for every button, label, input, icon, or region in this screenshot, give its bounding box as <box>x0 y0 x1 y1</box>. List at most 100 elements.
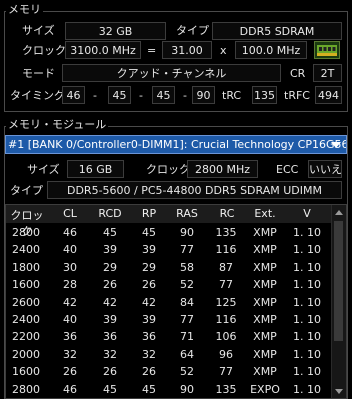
cell-rcd: 32 <box>103 347 117 361</box>
memory-multiplier-value: 31.00 <box>162 41 212 59</box>
cell-cl: 36 <box>63 330 77 344</box>
cell-rcd: 29 <box>103 260 117 274</box>
memory-type-value: DDR5 SDRAM <box>212 22 342 40</box>
module-size-value: 16 GB <box>67 160 124 178</box>
scroll-up-icon[interactable] <box>332 205 346 219</box>
timing-table-header: クロック CL RCD RP RAS RC Ext. V <box>6 205 332 238</box>
col-header-ext[interactable]: Ext. <box>248 207 282 220</box>
cell-v: 1. 10 <box>293 226 321 239</box>
col-header-v[interactable]: V <box>288 207 326 220</box>
cell-rp: 45 <box>142 226 156 239</box>
cell-rp: 32 <box>142 347 156 361</box>
table-row[interactable]: 2600 42 42 42 84 125 XMP 1. 10 <box>6 294 332 312</box>
timing-dash-2: - <box>139 89 143 102</box>
col-header-rp[interactable]: RP <box>134 207 164 220</box>
cell-cl: 46 <box>63 382 77 396</box>
cell-rcd: 39 <box>103 313 117 326</box>
cell-v: 1. 10 <box>293 243 321 257</box>
cell-cl: 40 <box>63 313 77 326</box>
cell-cl: 46 <box>63 226 77 239</box>
cell-rp: 36 <box>142 330 156 344</box>
cell-rp: 45 <box>142 382 156 396</box>
cell-rc: 116 <box>215 243 237 257</box>
col-header-rcd[interactable]: RCD <box>92 207 128 220</box>
cell-ext: XMP <box>253 278 277 292</box>
memory-clock-label: クロック <box>22 44 66 57</box>
table-row[interactable]: 1600 28 26 26 52 77 XMP 1. 10 <box>6 276 332 294</box>
cell-cl: 28 <box>63 278 77 292</box>
slot-select-value: #1 [BANK 0/Controller0-DIMM1]: Crucial T… <box>8 138 347 151</box>
timing-dash-3: - <box>183 89 187 102</box>
scrollbar-thumb[interactable] <box>334 221 343 341</box>
cell-ras: 77 <box>180 243 194 257</box>
table-row[interactable]: 2800 46 45 45 90 135 XMP 1. 10 <box>6 224 332 242</box>
col-header-cl[interactable]: CL <box>54 207 86 220</box>
cell-cl: 30 <box>63 260 77 274</box>
cell-rc: 135 <box>215 226 237 239</box>
cell-clock: 1800 <box>12 260 40 274</box>
scroll-down-icon[interactable] <box>332 384 346 398</box>
module-ecc-label: ECC <box>276 163 299 176</box>
cell-rcd: 39 <box>103 243 117 257</box>
cell-rcd: 26 <box>103 278 117 292</box>
timing-rcd-value: 45 <box>108 86 131 104</box>
cell-clock: 2400 <box>12 313 40 326</box>
cell-rcd: 42 <box>103 295 117 309</box>
cell-ras: 71 <box>180 330 194 344</box>
memory-mode-value: クアッド・チャンネル <box>62 64 281 82</box>
cell-ras: 52 <box>180 365 194 379</box>
cell-rc: 77 <box>219 278 233 292</box>
cell-ext: XMP <box>253 226 277 239</box>
cell-v: 1. 10 <box>293 365 321 379</box>
table-row[interactable]: 1600 26 26 26 52 77 XMP 1. 10 <box>6 363 332 381</box>
memory-trfc-label: tRFC <box>284 89 310 102</box>
slot-select[interactable]: #1 [BANK 0/Controller0-DIMM1]: Crucial T… <box>5 135 347 154</box>
cell-ras: 90 <box>180 226 194 239</box>
cell-cl: 32 <box>63 347 77 361</box>
cell-clock: 2400 <box>12 243 40 257</box>
module-size-label: サイズ <box>27 163 60 176</box>
memory-trc-value: 135 <box>252 86 277 104</box>
memory-size-label: サイズ <box>22 24 55 37</box>
table-row[interactable]: 2000 32 32 32 64 96 XMP 1. 10 <box>6 346 332 364</box>
cell-ext: XMP <box>253 347 277 361</box>
cell-rc: 116 <box>215 313 237 326</box>
cell-rcd: 36 <box>103 330 117 344</box>
cell-clock: 2800 <box>12 226 40 239</box>
cell-rc: 125 <box>215 295 237 309</box>
table-row[interactable]: 2400 40 39 39 77 116 XMP 1. 10 <box>6 241 332 259</box>
module-type-label: タイプ <box>10 184 43 197</box>
cell-ext: XMP <box>253 365 277 379</box>
ram-module-icon <box>314 41 340 59</box>
module-type-value: DDR5-5600 / PC5-44800 DDR5 SDRAM UDIMM <box>47 181 342 199</box>
cell-v: 1. 10 <box>293 295 321 309</box>
cell-rc: 106 <box>215 330 237 344</box>
cell-rcd: 26 <box>103 365 117 379</box>
cell-ras: 77 <box>180 313 194 326</box>
cell-ras: 52 <box>180 278 194 292</box>
timing-rp-value: 45 <box>152 86 175 104</box>
memory-trc-label: tRC <box>222 89 242 102</box>
table-row[interactable]: 2400 40 39 39 77 116 XMP 1. 10 <box>6 311 332 329</box>
table-scrollbar[interactable] <box>331 205 346 398</box>
chevron-down-icon[interactable] <box>329 137 343 152</box>
table-row[interactable]: 1800 30 29 29 58 87 XMP 1. 10 <box>6 259 332 277</box>
cell-rp: 26 <box>142 365 156 379</box>
table-row[interactable]: 2200 36 36 36 71 106 XMP 1. 10 <box>6 328 332 346</box>
cell-v: 1. 10 <box>293 313 321 326</box>
cell-v: 1. 10 <box>293 260 321 274</box>
col-header-ras[interactable]: RAS <box>170 207 204 220</box>
cell-rp: 39 <box>142 243 156 257</box>
table-row[interactable]: 2800 46 45 45 90 135 EXPO 1. 10 <box>6 381 332 398</box>
col-header-rc[interactable]: RC <box>212 207 242 220</box>
memory-mode-label: モード <box>22 67 55 80</box>
cell-ext: XMP <box>253 295 277 309</box>
cell-cl: 26 <box>63 365 77 379</box>
cell-ext: XMP <box>253 243 277 257</box>
cell-ext: XMP <box>253 330 277 344</box>
timing-table[interactable]: クロック CL RCD RP RAS RC Ext. V 2800 46 45 45 9… <box>5 204 347 399</box>
cell-ext: XMP <box>253 260 277 274</box>
cell-ras: 84 <box>180 295 194 309</box>
cell-rc: 77 <box>219 365 233 379</box>
cell-clock: 1600 <box>12 278 40 292</box>
